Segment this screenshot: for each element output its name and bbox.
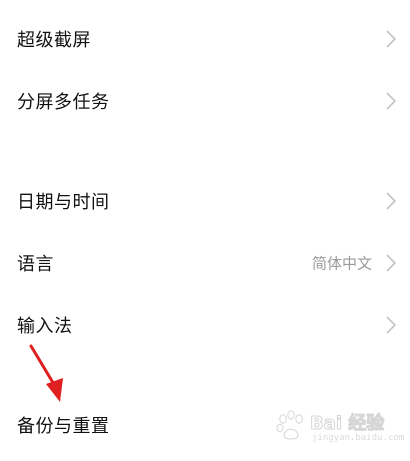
watermark-brand-text: Bai 经验 xyxy=(309,413,385,435)
settings-item-label: 语言 xyxy=(17,254,54,275)
settings-item-label: 日期与时间 xyxy=(17,192,110,213)
chevron-right-icon xyxy=(386,254,396,272)
baidu-jingyan-watermark: Bai 经验 jingyan.baidu.com xyxy=(270,407,404,447)
settings-list: 超级截屏 分屏多任务 日期与时间 语言 简体中文 输入法 备份与重置 xyxy=(0,0,410,461)
settings-item-date-time[interactable]: 日期与时间 xyxy=(0,172,410,230)
watermark-url-text: jingyan.baidu.com xyxy=(312,433,405,443)
chevron-right-icon xyxy=(386,192,396,210)
chevron-right-icon xyxy=(386,30,396,48)
settings-item-split-screen[interactable]: 分屏多任务 xyxy=(0,72,410,130)
settings-item-label: 备份与重置 xyxy=(17,416,110,437)
settings-item-label: 分屏多任务 xyxy=(17,92,110,113)
settings-item-label: 超级截屏 xyxy=(17,30,91,51)
language-current-value: 简体中文 xyxy=(311,254,372,273)
settings-item-super-screenshot[interactable]: 超级截屏 xyxy=(0,10,410,68)
settings-item-input-method[interactable]: 输入法 xyxy=(0,296,410,354)
chevron-right-icon xyxy=(386,92,396,110)
chevron-right-icon xyxy=(386,316,396,334)
settings-item-label: 输入法 xyxy=(17,316,73,337)
settings-item-language[interactable]: 语言 简体中文 xyxy=(0,234,410,292)
section-divider xyxy=(0,140,410,170)
paw-logo-icon xyxy=(276,410,303,440)
